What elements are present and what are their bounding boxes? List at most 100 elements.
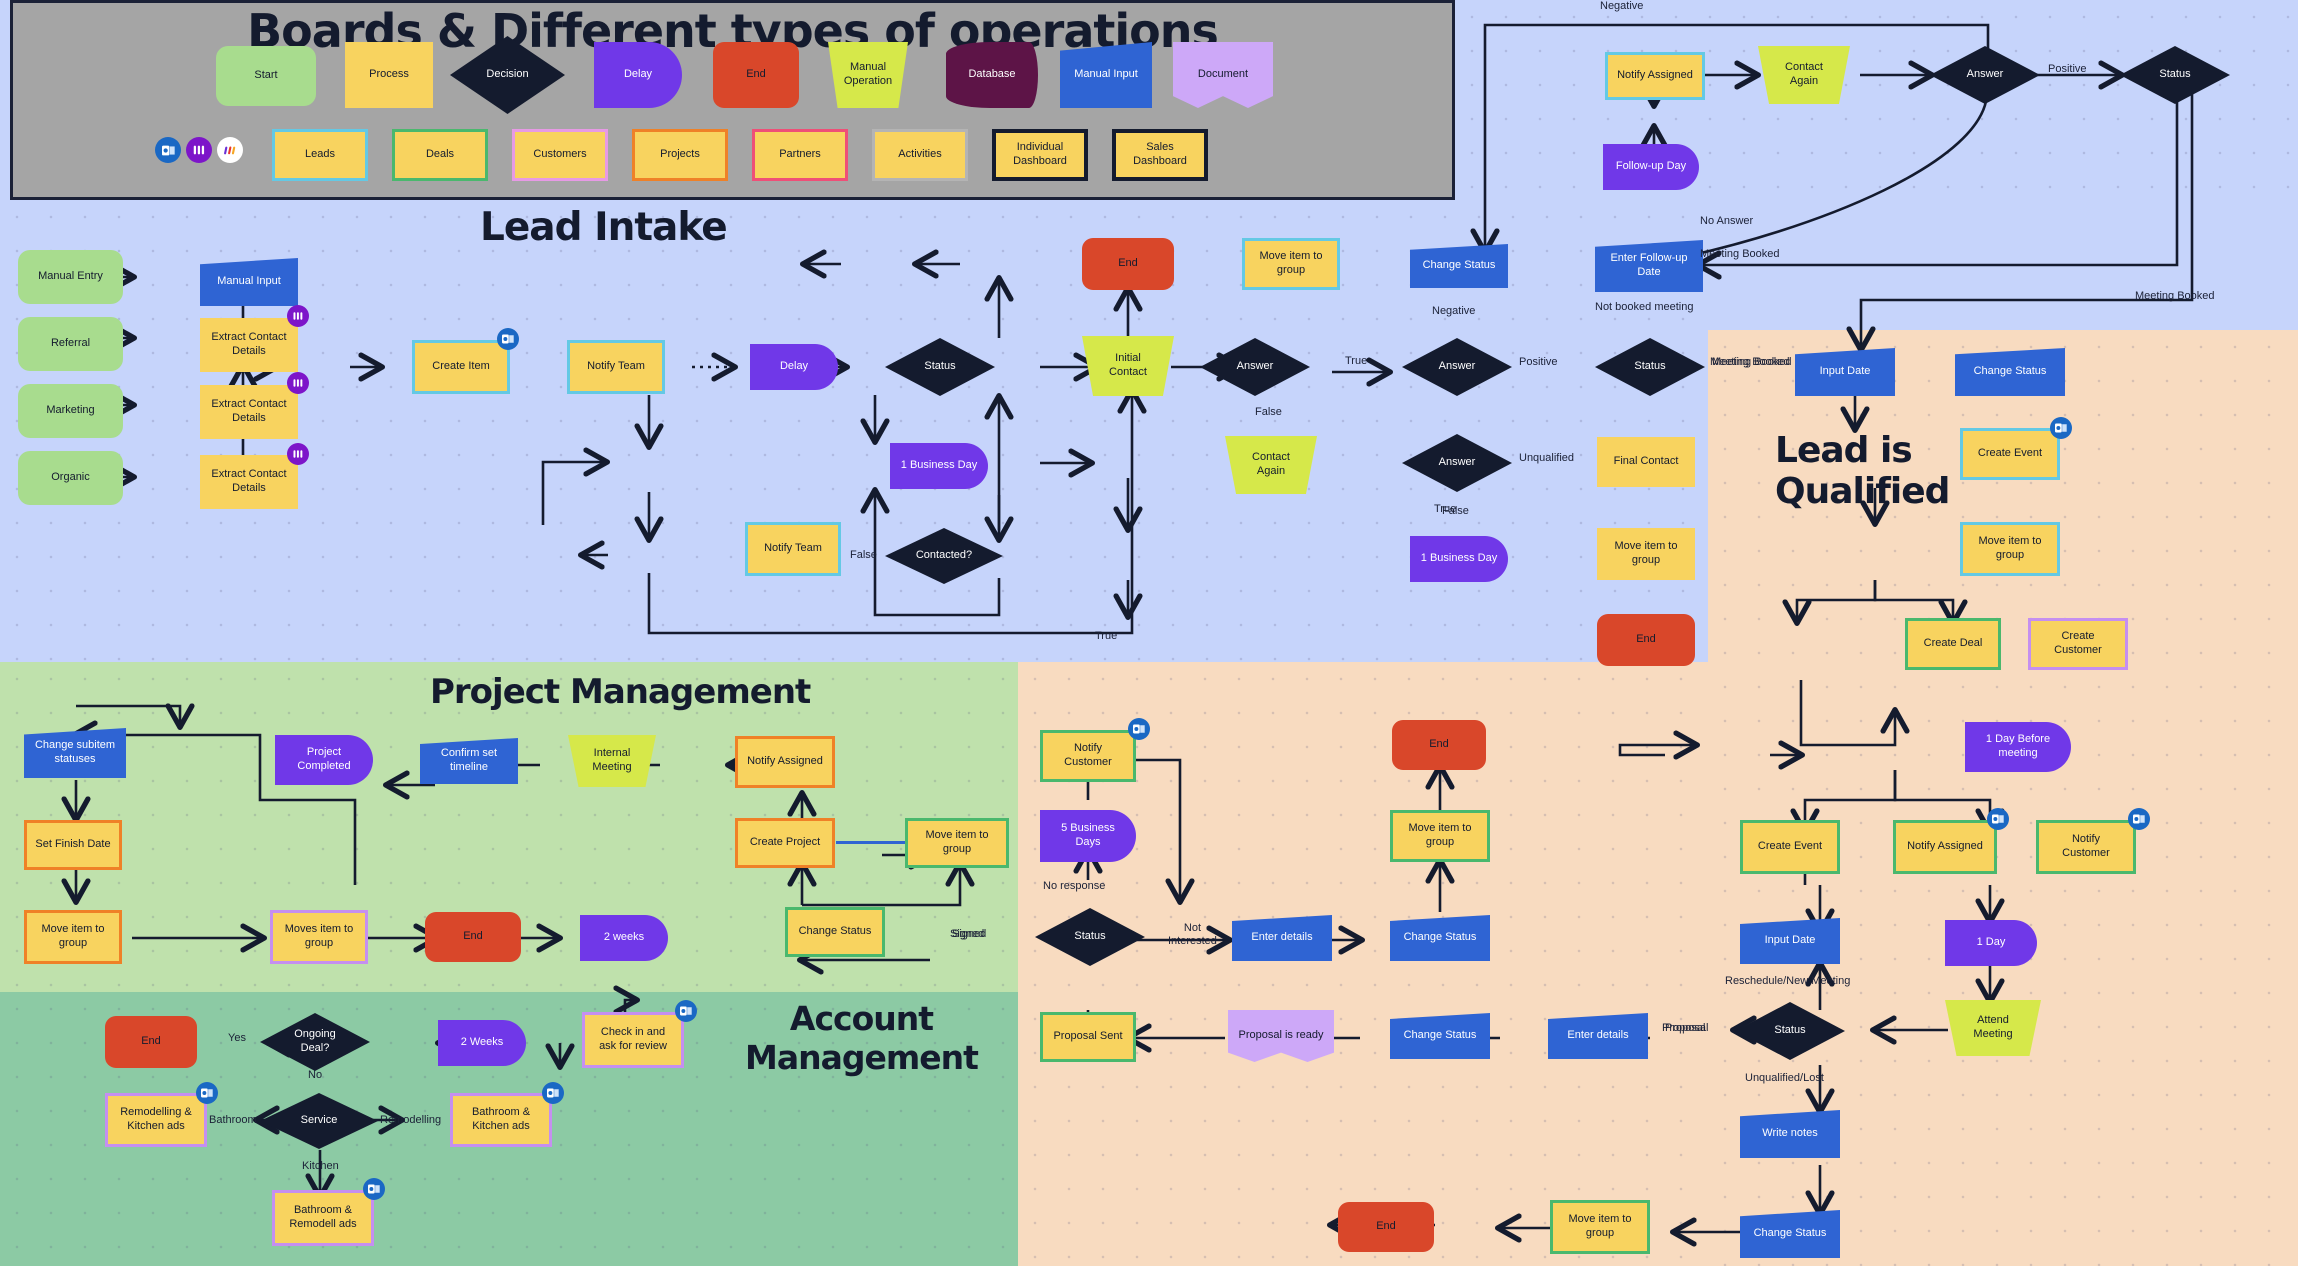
node-status-2-lead[interactable]: Status bbox=[1595, 338, 1705, 396]
edge-label-signed-sales: Signed bbox=[952, 928, 987, 940]
node-end-sales[interactable]: End bbox=[1392, 720, 1486, 770]
node-1-business-day[interactable]: 1 Business Day bbox=[890, 443, 988, 489]
node-final-contact[interactable]: Final Contact bbox=[1597, 437, 1695, 487]
node-input-date-2[interactable]: Input Date bbox=[1740, 918, 1840, 964]
board-card-activities[interactable]: Activities bbox=[872, 129, 968, 181]
node-create-event-qualified[interactable]: Create Event bbox=[1960, 428, 2060, 480]
node-end-project[interactable]: End bbox=[425, 912, 521, 962]
node-enter-details-2-sales[interactable]: Enter details bbox=[1548, 1013, 1648, 1059]
node-ongoing-deal[interactable]: Ongoing Deal? bbox=[260, 1013, 370, 1071]
node-service-decision[interactable]: Service bbox=[260, 1093, 378, 1149]
node-delay[interactable]: Delay bbox=[750, 344, 838, 390]
node-2-weeks-account[interactable]: 2 Weeks bbox=[438, 1020, 526, 1066]
node-5-business-days[interactable]: 5 Business Days bbox=[1040, 810, 1136, 862]
node-extract-contact-1[interactable]: Extract Contact Details bbox=[200, 318, 298, 372]
node-proposal-sent[interactable]: Proposal Sent bbox=[1040, 1012, 1136, 1062]
node-contacted[interactable]: Contacted? bbox=[885, 528, 1003, 584]
node-1-business-day-2[interactable]: 1 Business Day bbox=[1410, 536, 1508, 582]
node-internal-meeting[interactable]: Internal Meeting bbox=[568, 735, 656, 787]
node-notify-customer-sales[interactable]: Notify Customer bbox=[1040, 730, 1136, 782]
node-extract-contact-3[interactable]: Extract Contact Details bbox=[200, 455, 298, 509]
board-card-partners[interactable]: Partners bbox=[752, 129, 848, 181]
node-create-project[interactable]: Create Project bbox=[735, 818, 835, 868]
link-create-project-move-item bbox=[836, 841, 906, 844]
node-contact-again[interactable]: Contact Again bbox=[1225, 436, 1317, 494]
edge-label-true-answer1: True bbox=[1345, 355, 1368, 367]
node-change-subitem-statuses[interactable]: Change subitem statuses bbox=[24, 728, 126, 778]
node-bathroom-remodell-ads[interactable]: Bathroom & Remodell ads bbox=[272, 1190, 374, 1246]
node-contact-again-followup[interactable]: Contact Again bbox=[1758, 46, 1850, 104]
board-card-projects[interactable]: Projects bbox=[632, 129, 728, 181]
diagram-canvas: Boards & Different types of operations S… bbox=[0, 0, 2298, 1266]
board-card-sales-dashboard[interactable]: Sales Dashboard bbox=[1112, 129, 1208, 181]
node-input-date-qualified[interactable]: Input Date bbox=[1795, 348, 1895, 396]
node-end-2-sales[interactable]: End bbox=[1338, 1202, 1434, 1252]
node-answer-2[interactable]: Answer bbox=[1402, 338, 1512, 396]
node-answer-1[interactable]: Answer bbox=[1200, 338, 1310, 396]
node-status-followup[interactable]: Status bbox=[2120, 46, 2230, 104]
node-status-sales[interactable]: Status bbox=[1035, 908, 1145, 966]
node-organic[interactable]: Organic bbox=[18, 451, 123, 505]
node-initial-contact[interactable]: Initial Contact bbox=[1082, 336, 1174, 396]
node-change-status-qualified[interactable]: Change Status bbox=[1955, 348, 2065, 396]
node-create-item[interactable]: Create Item bbox=[412, 340, 510, 394]
node-bathroom-kitchen-ads[interactable]: Bathroom & Kitchen ads bbox=[450, 1093, 552, 1147]
node-change-status-project[interactable]: Change Status bbox=[785, 907, 885, 957]
node-manual-input[interactable]: Manual Input bbox=[200, 258, 298, 306]
node-move-item-2-lead[interactable]: Move item to group bbox=[1597, 528, 1695, 580]
board-card-individual-dashboard[interactable]: Individual Dashboard bbox=[992, 129, 1088, 181]
node-notify-team[interactable]: Notify Team bbox=[567, 340, 665, 394]
node-status-lead[interactable]: Status bbox=[885, 338, 995, 396]
edge-label-unqualified: Unqualified bbox=[1519, 452, 1575, 464]
node-notify-customer-qualified[interactable]: Notify Customer bbox=[2036, 820, 2136, 874]
node-write-notes[interactable]: Write notes bbox=[1740, 1110, 1840, 1158]
node-extract-contact-2[interactable]: Extract Contact Details bbox=[200, 385, 298, 439]
edge-label-false-answer3: False bbox=[1442, 505, 1469, 517]
node-set-finish-date[interactable]: Set Finish Date bbox=[24, 820, 122, 870]
node-enter-followup-date[interactable]: Enter Follow-up Date bbox=[1595, 240, 1703, 292]
node-follow-up-day[interactable]: Follow-up Day bbox=[1603, 144, 1699, 190]
node-move-item-2-sales[interactable]: Move item to group bbox=[1550, 1200, 1650, 1254]
node-create-deal[interactable]: Create Deal bbox=[1905, 618, 2001, 670]
node-end-account[interactable]: End bbox=[105, 1016, 197, 1068]
node-move-item-lead[interactable]: Move item to group bbox=[1242, 238, 1340, 290]
node-move-item-qualified[interactable]: Move item to group bbox=[1960, 522, 2060, 576]
node-1-day[interactable]: 1 Day bbox=[1945, 920, 2037, 966]
node-move-item-2-project[interactable]: Move item to group bbox=[905, 818, 1009, 868]
node-enter-details-sales[interactable]: Enter details bbox=[1232, 915, 1332, 961]
node-project-completed[interactable]: Project Completed bbox=[275, 735, 373, 785]
node-2-weeks-project[interactable]: 2 weeks bbox=[580, 915, 668, 961]
node-notify-assigned-qualified[interactable]: Notify Assigned bbox=[1893, 820, 1997, 874]
node-change-status-2-sales[interactable]: Change Status bbox=[1390, 1013, 1490, 1059]
node-answer-followup[interactable]: Answer bbox=[1930, 46, 2040, 104]
node-change-status-lead[interactable]: Change Status bbox=[1410, 244, 1508, 288]
node-create-customer[interactable]: Create Customer bbox=[2028, 618, 2128, 670]
node-notify-assigned-followup[interactable]: Notify Assigned bbox=[1605, 52, 1705, 100]
board-card-leads[interactable]: Leads bbox=[272, 129, 368, 181]
node-confirm-set-timeline[interactable]: Confirm set timeline bbox=[420, 738, 518, 784]
node-check-in-review[interactable]: Check in and ask for review bbox=[582, 1012, 684, 1068]
node-status-qualified[interactable]: Status bbox=[1735, 1002, 1845, 1060]
node-1-day-before-meeting[interactable]: 1 Day Before meeting bbox=[1965, 722, 2071, 772]
node-change-status-sales[interactable]: Change Status bbox=[1390, 915, 1490, 961]
node-manual-entry[interactable]: Manual Entry bbox=[18, 250, 123, 304]
node-remodelling-kitchen-ads[interactable]: Remodelling & Kitchen ads bbox=[105, 1093, 207, 1147]
node-answer-3[interactable]: Answer bbox=[1402, 434, 1512, 492]
monday-icon bbox=[186, 137, 212, 163]
node-marketing[interactable]: Marketing bbox=[18, 384, 123, 438]
node-notify-team-2[interactable]: Notify Team bbox=[745, 522, 841, 576]
node-change-status-2-qualified[interactable]: Change Status bbox=[1740, 1210, 1840, 1258]
node-move-item-sales[interactable]: Move item to group bbox=[1390, 810, 1490, 862]
node-notify-assigned-project[interactable]: Notify Assigned bbox=[735, 736, 835, 788]
node-end-lead[interactable]: End bbox=[1082, 238, 1174, 290]
node-attend-meeting[interactable]: Attend Meeting bbox=[1945, 1000, 2041, 1056]
edge-label-true-contacted: True bbox=[1095, 630, 1118, 642]
edge-label-positive-answer2: Positive bbox=[1519, 356, 1558, 368]
node-move-item-project[interactable]: Move item to group bbox=[24, 910, 122, 964]
node-moves-item-project[interactable]: Moves item to group bbox=[270, 910, 368, 964]
board-card-customers[interactable]: Customers bbox=[512, 129, 608, 181]
node-create-event-2[interactable]: Create Event bbox=[1740, 820, 1840, 874]
node-end-2-lead[interactable]: End bbox=[1597, 614, 1695, 666]
board-card-deals[interactable]: Deals bbox=[392, 129, 488, 181]
node-referral[interactable]: Referral bbox=[18, 317, 123, 371]
